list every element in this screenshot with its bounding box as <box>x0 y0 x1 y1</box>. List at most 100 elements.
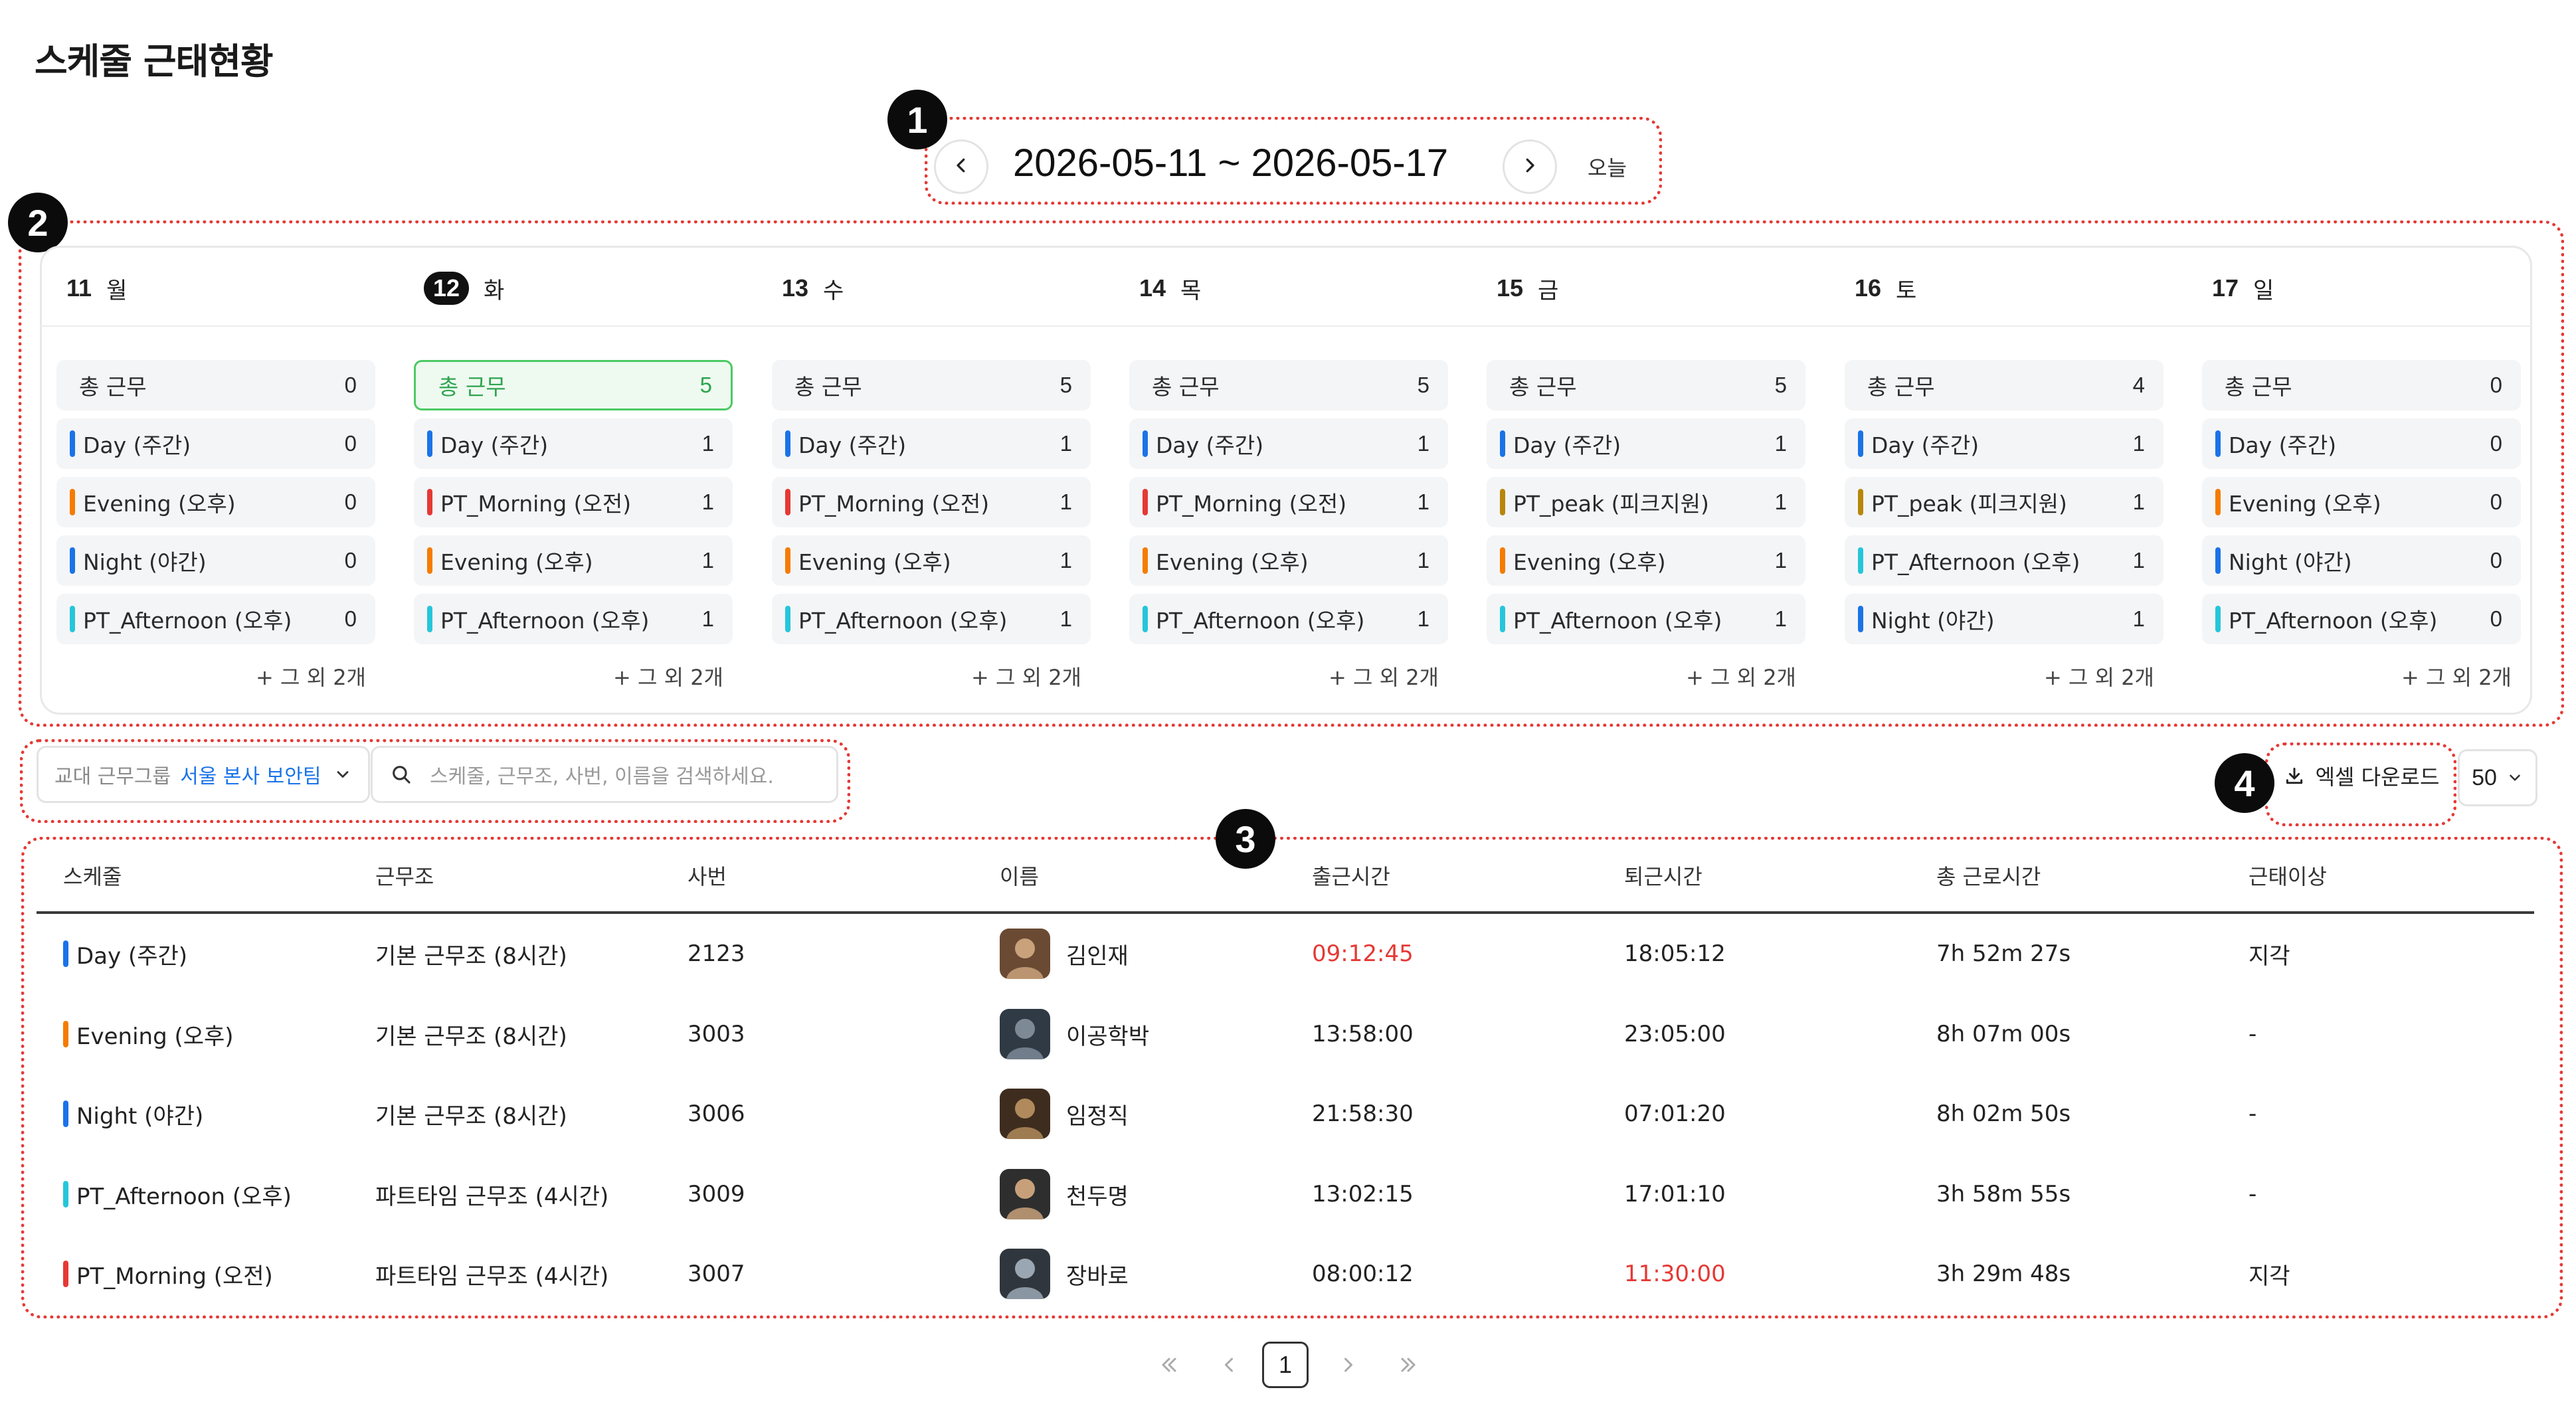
shift-label: Evening (오후) <box>1513 549 1666 575</box>
shift-count-cell[interactable]: Evening (오후) 1 <box>414 535 733 586</box>
more-shifts-link[interactable]: + 그 외 2개 <box>772 661 1091 691</box>
shift-color-bar <box>70 547 75 574</box>
shift-color-bar <box>2215 489 2221 515</box>
clock-in-cell-text: 13:02:15 <box>1312 1181 1414 1207</box>
last-page-button[interactable] <box>1388 1342 1428 1388</box>
first-page-button[interactable] <box>1149 1342 1189 1388</box>
shift-label: PT_peak (피크지원) <box>1513 491 1709 517</box>
more-shifts-link[interactable]: + 그 외 2개 <box>2202 661 2521 691</box>
total-work-cell[interactable]: 총 근무 5 <box>1129 360 1448 410</box>
shift-count-cell[interactable]: Night (야간) 1 <box>1845 594 2163 644</box>
shift-count-cell[interactable]: Day (주간) 0 <box>56 418 375 469</box>
annotation-marker-1: 1 <box>887 90 947 149</box>
shift-count-cell[interactable]: Evening (오후) 0 <box>2202 477 2521 527</box>
day-number: 12 <box>424 272 470 305</box>
more-shifts-link[interactable]: + 그 외 2개 <box>56 661 375 691</box>
shift-count-cell[interactable]: PT_Afternoon (오후) 0 <box>2202 594 2521 644</box>
prev-page-button[interactable] <box>1209 1342 1249 1388</box>
total-work-label: 총 근무 <box>1509 374 1577 400</box>
total-work-label: 총 근무 <box>79 374 147 400</box>
shift-count-cell[interactable]: Evening (오후) 0 <box>56 477 375 527</box>
total-work-cell[interactable]: 총 근무 0 <box>2202 360 2521 410</box>
clock-out-cell: 18:05:12 <box>1624 934 1726 974</box>
shift-count: 1 <box>2132 606 2145 631</box>
shift-group-cell-text: 파트타임 근무조 (4시간) <box>375 1183 609 1210</box>
next-week-button[interactable] <box>1503 139 1557 194</box>
employee-number-cell: 3009 <box>688 1174 745 1214</box>
shift-count-cell[interactable]: PT_peak (피크지원) 1 <box>1487 477 1805 527</box>
day-number: 11 <box>66 274 92 302</box>
attendance-issue-cell: 지각 <box>2249 1254 2290 1294</box>
shift-count-cell[interactable]: PT_Afternoon (오후) 1 <box>414 594 733 644</box>
shift-count-cell[interactable]: Evening (오후) 1 <box>1487 535 1805 586</box>
shift-count-cell[interactable]: PT_Afternoon (오후) 1 <box>1129 594 1448 644</box>
calendar-day-header: 13 수 <box>782 259 844 317</box>
today-button[interactable]: 오늘 <box>1588 151 1627 182</box>
more-shifts-link[interactable]: + 그 외 2개 <box>1129 661 1448 691</box>
shift-count: 1 <box>1774 489 1787 514</box>
total-work-cell[interactable]: 총 근무 0 <box>56 360 375 410</box>
col-header-issue: 근태이상 <box>2249 864 2327 889</box>
shift-count: 1 <box>1059 606 1072 631</box>
shift-group-cell: 기본 근무조 (8시간) <box>375 1014 567 1054</box>
employee-number-cell-text: 3007 <box>688 1261 745 1287</box>
more-shifts-link[interactable]: + 그 외 2개 <box>414 661 733 691</box>
shift-count: 0 <box>2490 548 2502 573</box>
shift-count-cell[interactable]: Evening (오후) 1 <box>1129 535 1448 586</box>
prev-week-button[interactable] <box>934 139 988 194</box>
shift-count: 1 <box>1774 431 1787 456</box>
shift-count-cell[interactable]: PT_Morning (오전) 1 <box>414 477 733 527</box>
shift-count-cell[interactable]: Day (주간) 1 <box>1129 418 1448 469</box>
shift-color-bar <box>785 430 790 457</box>
shift-count-cell[interactable]: PT_Afternoon (오후) 0 <box>56 594 375 644</box>
shift-label: Day (주간) <box>2229 432 2337 458</box>
shift-group-label: 교대 근무그룹 <box>54 765 171 788</box>
employee-name-cell-text: 임정직 <box>1066 1103 1129 1130</box>
total-work-cell[interactable]: 총 근무 4 <box>1845 360 2163 410</box>
more-shifts-link[interactable]: + 그 외 2개 <box>1845 661 2163 691</box>
chevron-down-icon <box>2506 769 2524 786</box>
total-work-count: 0 <box>2490 373 2502 397</box>
shift-count-cell[interactable]: Day (주간) 1 <box>1487 418 1805 469</box>
shift-color-bar <box>70 489 75 515</box>
shift-label: PT_Morning (오전) <box>440 491 632 517</box>
avatar <box>1000 1169 1050 1219</box>
col-header-total-hours: 총 근로시간 <box>1936 864 2041 889</box>
shift-color-bar <box>785 489 790 515</box>
total-work-count: 5 <box>1774 373 1787 397</box>
page-number-button[interactable]: 1 <box>1262 1342 1309 1388</box>
shift-group-select[interactable]: 교대 근무그룹 서울 본사 보안팀 <box>37 746 370 803</box>
total-hours-cell-text: 7h 52m 27s <box>1936 940 2071 967</box>
shift-count-cell[interactable]: PT_peak (피크지원) 1 <box>1845 477 2163 527</box>
more-shifts-link[interactable]: + 그 외 2개 <box>1487 661 1805 691</box>
shift-label: Day (주간) <box>440 432 549 458</box>
shift-color-bar <box>70 430 75 457</box>
total-work-cell[interactable]: 총 근무 5 <box>1487 360 1805 410</box>
total-work-count: 0 <box>344 373 357 397</box>
total-work-cell[interactable]: 총 근무 5 <box>772 360 1091 410</box>
shift-count-cell[interactable]: Night (야간) 0 <box>56 535 375 586</box>
shift-color-bar <box>1858 430 1863 457</box>
shift-count: 1 <box>2132 489 2145 514</box>
total-work-cell[interactable]: 총 근무 5 <box>414 360 733 410</box>
shift-count-cell[interactable]: Day (주간) 0 <box>2202 418 2521 469</box>
shift-count-cell[interactable]: Evening (오후) 1 <box>772 535 1091 586</box>
shift-count-cell[interactable]: PT_Morning (오전) 1 <box>772 477 1091 527</box>
attendance-issue-cell-text: - <box>2249 1101 2257 1127</box>
shift-count-cell[interactable]: Day (주간) 1 <box>1845 418 2163 469</box>
shift-count-cell[interactable]: Night (야간) 0 <box>2202 535 2521 586</box>
excel-download-button[interactable]: 엑셀 다운로드 <box>2265 743 2458 809</box>
page-size-select[interactable]: 50 <box>2458 749 2537 806</box>
total-work-label: 총 근무 <box>1867 374 1935 400</box>
shift-count-cell[interactable]: PT_Afternoon (오후) 1 <box>772 594 1091 644</box>
shift-count-cell[interactable]: PT_Morning (오전) 1 <box>1129 477 1448 527</box>
shift-count-cell[interactable]: PT_Afternoon (오후) 1 <box>1845 535 2163 586</box>
search-input[interactable]: 스케줄, 근무조, 사번, 이름을 검색하세요. <box>371 746 838 803</box>
shift-count-cell[interactable]: PT_Afternoon (오후) 1 <box>1487 594 1805 644</box>
next-page-button[interactable] <box>1329 1342 1368 1388</box>
shift-color-bar <box>1500 489 1505 515</box>
shift-count-cell[interactable]: Day (주간) 1 <box>414 418 733 469</box>
shift-color-bar <box>427 606 432 632</box>
shift-count-cell[interactable]: Day (주간) 1 <box>772 418 1091 469</box>
annotation-marker-2: 2 <box>8 193 68 252</box>
